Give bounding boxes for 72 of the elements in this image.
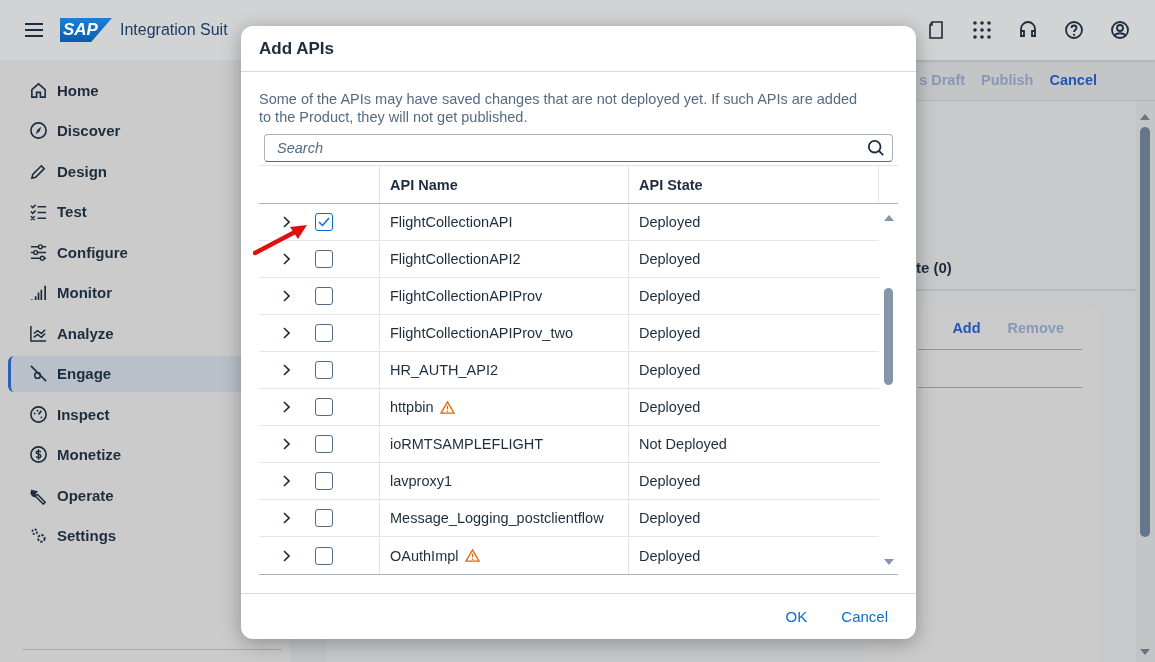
api-name: httpbin: [390, 399, 434, 415]
api-state: Deployed: [639, 251, 701, 267]
api-name: FlightCollectionAPI: [390, 214, 513, 230]
sidebar-item[interactable]: Configure: [8, 234, 280, 270]
checkbox[interactable]: [315, 361, 333, 379]
api-name: OAuthImpl: [390, 547, 459, 564]
scroll-down-icon[interactable]: [882, 558, 895, 566]
plug-icon: [29, 364, 48, 383]
api-name: FlightCollectionAPIProv: [390, 288, 543, 304]
gauge-icon: [29, 404, 48, 424]
menu-icon[interactable]: [24, 22, 44, 38]
sidebar-item[interactable]: Settings: [8, 517, 280, 554]
area-chart-icon: [29, 323, 48, 343]
api-state: Deployed: [639, 473, 701, 489]
checkbox[interactable]: [315, 472, 333, 490]
scroll-up-icon[interactable]: [1139, 113, 1151, 121]
document-icon[interactable]: [926, 20, 946, 40]
sidebar-item[interactable]: Operate: [8, 477, 280, 513]
checkbox[interactable]: [315, 435, 333, 453]
dialog-button[interactable]: Cancel: [827, 602, 902, 631]
dialog-button[interactable]: OK: [771, 602, 822, 631]
checklist-icon: [29, 202, 48, 221]
scroll-down-icon[interactable]: [1139, 648, 1151, 656]
headset-icon[interactable]: [1018, 20, 1038, 40]
api-name: FlightCollectionAPI2: [390, 251, 521, 267]
toolbar-action[interactable]: Cancel: [1049, 72, 1097, 88]
sidebar-item[interactable]: Monitor: [8, 274, 280, 311]
company-logo[interactable]: SAP: [60, 18, 112, 42]
scroll-thumb[interactable]: [1140, 127, 1150, 537]
api-name: ioRMTSAMPLEFLIGHT: [390, 436, 544, 452]
api-state: Deployed: [639, 362, 701, 378]
checkbox[interactable]: [315, 509, 333, 527]
api-state: Not Deployed: [639, 436, 727, 452]
checkbox[interactable]: [315, 546, 333, 565]
checkbox[interactable]: [315, 287, 333, 305]
api-state: Deployed: [639, 547, 701, 564]
dollar-icon: [29, 445, 48, 464]
api-name: HR_AUTH_API2: [390, 362, 498, 378]
api-name: lavproxy1: [390, 473, 453, 489]
card-action[interactable]: Add: [952, 319, 981, 336]
tab-label[interactable]: te (0): [916, 259, 952, 276]
sidebar-item[interactable]: Test: [8, 193, 280, 230]
bar-chart-icon: [29, 283, 48, 302]
search-field[interactable]: Search: [264, 134, 893, 162]
checkbox[interactable]: [315, 324, 333, 342]
compass-icon: [29, 121, 48, 140]
checkbox[interactable]: [315, 250, 333, 268]
api-state: Deployed: [639, 399, 701, 415]
checkbox[interactable]: [315, 398, 333, 416]
app-title: Integration Suit: [119, 21, 228, 39]
help-icon[interactable]: [1064, 20, 1084, 40]
info-message: Some of the APIs may have saved changes that are not deployed yet. If such APIs are added to the Product, they will not get published.: [259, 90, 859, 126]
api-name: FlightCollectionAPIProv_two: [390, 325, 573, 341]
api-state: Deployed: [639, 325, 701, 341]
sidebar-item[interactable]: Inspect: [8, 396, 280, 432]
api-name: Message_Logging_postclientflow: [390, 510, 604, 526]
home-icon: [29, 80, 48, 100]
sidebar-item[interactable]: Analyze: [8, 315, 280, 351]
column-header[interactable]: API State: [628, 166, 878, 203]
api-state: Deployed: [639, 214, 701, 230]
api-state: Deployed: [639, 510, 701, 526]
api-state: Deployed: [639, 288, 701, 304]
checkbox[interactable]: [315, 213, 333, 231]
scroll-thumb[interactable]: [884, 288, 893, 385]
dialog-title: Add APIs: [259, 38, 334, 59]
search-icon[interactable]: [867, 139, 885, 157]
scroll-up-icon[interactable]: [882, 214, 895, 222]
sidebar-item[interactable]: Monetize: [8, 436, 280, 473]
sliders-icon: [29, 242, 48, 262]
grid-icon[interactable]: [972, 20, 992, 40]
column-header[interactable]: API Name: [379, 166, 628, 203]
user-icon[interactable]: [1110, 20, 1130, 40]
